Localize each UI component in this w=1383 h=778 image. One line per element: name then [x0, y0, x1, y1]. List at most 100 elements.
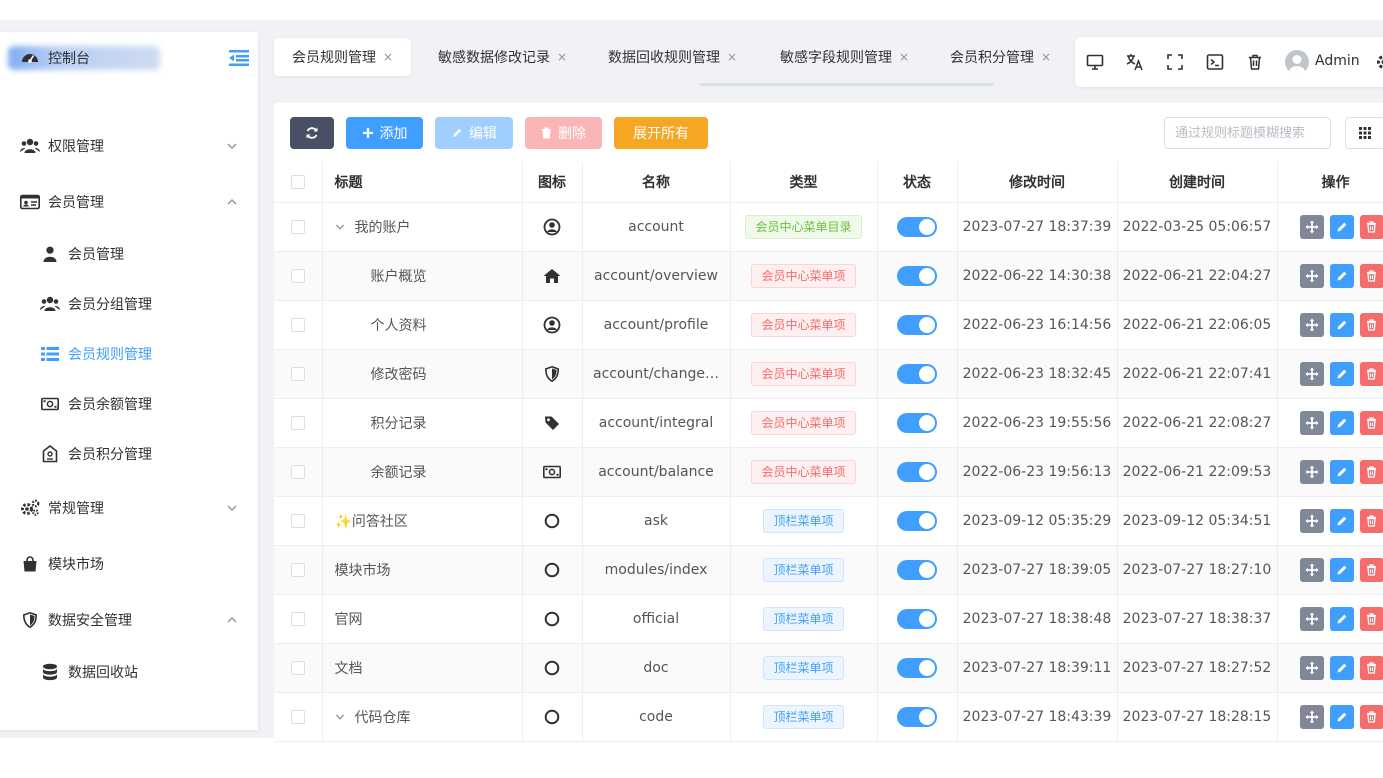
row-delete-button[interactable]: [1359, 410, 1383, 435]
delete-button[interactable]: 删除: [525, 117, 602, 149]
row-checkbox[interactable]: [290, 660, 305, 675]
sidebar-item[interactable]: 会员管理: [0, 182, 258, 222]
table-row[interactable]: 积分记录 account/integral 会员中心菜单项 2022-06-23 19…: [274, 398, 1383, 448]
drag-sort-button[interactable]: [1299, 459, 1324, 484]
row-checkbox[interactable]: [290, 219, 305, 234]
trash-icon[interactable]: [1245, 52, 1265, 72]
table-row[interactable]: ✨问答社区 ask 顶栏菜单项 2023-09-12 05:35:29 2023-09-…: [274, 496, 1383, 546]
sidebar-item[interactable]: 数据安全管理: [0, 600, 258, 640]
row-checkbox[interactable]: [290, 415, 305, 430]
status-toggle[interactable]: [897, 706, 937, 727]
status-toggle[interactable]: [897, 363, 937, 384]
expand-arrow-icon[interactable]: [335, 712, 347, 725]
select-all-checkbox[interactable]: [290, 174, 305, 189]
row-delete-button[interactable]: [1359, 263, 1383, 288]
sidebar-item[interactable]: 会员余额管理: [0, 384, 258, 424]
status-toggle[interactable]: [897, 216, 937, 237]
row-edit-button[interactable]: [1329, 655, 1354, 680]
status-toggle[interactable]: [897, 314, 937, 335]
drag-sort-button[interactable]: [1299, 704, 1324, 729]
fullscreen-icon[interactable]: [1165, 52, 1185, 72]
row-edit-button[interactable]: [1329, 410, 1354, 435]
table-row[interactable]: 个人资料 account/profile 会员中心菜单项 2022-06-23 16:…: [274, 300, 1383, 350]
table-row[interactable]: 我的账户 account 会员中心菜单目录 2023-07-27 18:37:39 20…: [274, 202, 1383, 252]
sidebar-item[interactable]: 常规管理: [0, 488, 258, 528]
status-toggle[interactable]: [897, 510, 937, 531]
row-edit-button[interactable]: [1329, 263, 1354, 288]
close-icon[interactable]: ×: [1041, 50, 1051, 64]
search-input[interactable]: [1164, 117, 1331, 149]
sidebar-item[interactable]: 会员规则管理: [0, 334, 258, 374]
row-delete-button[interactable]: [1359, 557, 1383, 582]
drag-sort-button[interactable]: [1299, 557, 1324, 582]
drag-sort-button[interactable]: [1299, 508, 1324, 533]
row-delete-button[interactable]: [1359, 508, 1383, 533]
tab-item[interactable]: 敏感数据修改记录 ×: [438, 38, 567, 76]
status-toggle[interactable]: [897, 559, 937, 580]
drag-sort-button[interactable]: [1299, 214, 1324, 239]
sidebar-item[interactable]: 控制台: [0, 38, 258, 78]
table-row[interactable]: 代码仓库 code 顶栏菜单项 2023-07-27 18:43:39 2023-07-…: [274, 692, 1383, 742]
close-icon[interactable]: ×: [383, 50, 393, 64]
table-row[interactable]: 修改密码 account/change… 会员中心菜单项 2022-06-23 18:…: [274, 349, 1383, 399]
table-row[interactable]: 账户概览 account/overview 会员中心菜单项 2022-06-22 14…: [274, 251, 1383, 301]
row-checkbox[interactable]: [290, 513, 305, 528]
row-edit-button[interactable]: [1329, 459, 1354, 484]
status-toggle[interactable]: [897, 657, 937, 678]
refresh-button[interactable]: [290, 117, 334, 149]
row-checkbox[interactable]: [290, 611, 305, 626]
row-edit-button[interactable]: [1329, 557, 1354, 582]
table-row[interactable]: 模块市场 modules/index 顶栏菜单项 2023-07-27 18:39:0…: [274, 545, 1383, 595]
tab-scrollbar[interactable]: [700, 83, 994, 86]
row-checkbox[interactable]: [290, 317, 305, 332]
drag-sort-button[interactable]: [1299, 361, 1324, 386]
row-delete-button[interactable]: [1359, 214, 1383, 239]
sidebar-item[interactable]: 权限管理: [0, 126, 258, 166]
status-toggle[interactable]: [897, 412, 937, 433]
add-button[interactable]: 添加: [346, 117, 423, 149]
sidebar-item[interactable]: 数据回收站: [0, 652, 258, 692]
row-checkbox[interactable]: [290, 709, 305, 724]
drag-sort-button[interactable]: [1299, 263, 1324, 288]
row-checkbox[interactable]: [290, 366, 305, 381]
close-icon[interactable]: ×: [727, 50, 737, 64]
row-delete-button[interactable]: [1359, 704, 1383, 729]
status-toggle[interactable]: [897, 461, 937, 482]
expand-arrow-icon[interactable]: [335, 222, 347, 235]
edit-button[interactable]: 编辑: [435, 117, 513, 149]
translate-icon[interactable]: [1125, 52, 1145, 72]
row-checkbox[interactable]: [290, 464, 305, 479]
table-row[interactable]: 文档 doc 顶栏菜单项 2023-07-27 18:39:11 2023-07-27 …: [274, 643, 1383, 693]
sidebar-item[interactable]: 模块市场: [0, 544, 258, 584]
row-checkbox[interactable]: [290, 562, 305, 577]
row-delete-button[interactable]: [1359, 655, 1383, 680]
tab-item[interactable]: 敏感字段规则管理 ×: [780, 38, 909, 76]
sidebar-item[interactable]: 会员分组管理: [0, 284, 258, 324]
row-edit-button[interactable]: [1329, 312, 1354, 337]
status-toggle[interactable]: [897, 608, 937, 629]
row-edit-button[interactable]: [1329, 704, 1354, 729]
close-icon[interactable]: ×: [899, 50, 909, 64]
tab-item[interactable]: 数据回收规则管理 ×: [608, 38, 737, 76]
row-edit-button[interactable]: [1329, 606, 1354, 631]
row-delete-button[interactable]: [1359, 312, 1383, 337]
drag-sort-button[interactable]: [1299, 655, 1324, 680]
settings-icon[interactable]: [1374, 52, 1383, 72]
tab-item[interactable]: 会员积分管理 ×: [950, 38, 1051, 76]
row-delete-button[interactable]: [1359, 459, 1383, 484]
table-row[interactable]: 余额记录 account/balance 会员中心菜单项 2022-06-23 19:…: [274, 447, 1383, 497]
drag-sort-button[interactable]: [1299, 410, 1324, 435]
monitor-icon[interactable]: [1085, 52, 1105, 72]
avatar[interactable]: [1285, 50, 1309, 74]
column-settings-button[interactable]: [1345, 117, 1383, 149]
close-icon[interactable]: ×: [557, 50, 567, 64]
sidebar-item[interactable]: 会员积分管理: [0, 434, 258, 474]
sidebar-item[interactable]: 会员管理: [0, 234, 258, 274]
row-edit-button[interactable]: [1329, 508, 1354, 533]
tab-item[interactable]: 会员规则管理 ×: [274, 38, 412, 76]
row-delete-button[interactable]: [1359, 361, 1383, 386]
drag-sort-button[interactable]: [1299, 312, 1324, 337]
row-edit-button[interactable]: [1329, 214, 1354, 239]
terminal-icon[interactable]: [1205, 52, 1225, 72]
table-row[interactable]: 官网 official 顶栏菜单项 2023-07-27 18:38:48 2023-0…: [274, 594, 1383, 644]
